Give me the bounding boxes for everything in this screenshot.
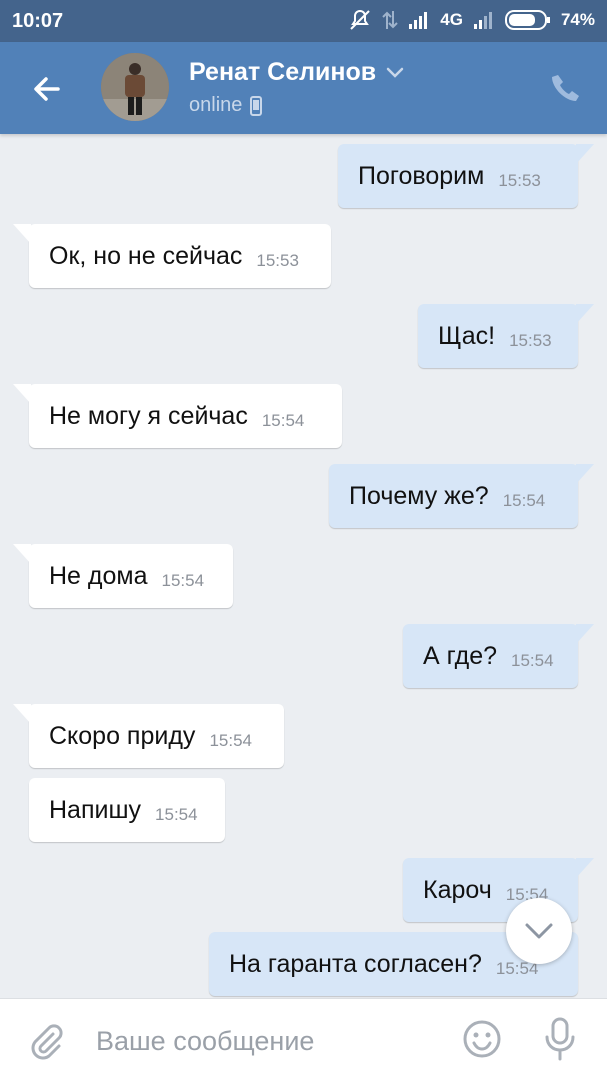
avatar[interactable] [101, 53, 169, 121]
mobile-phone-icon [250, 95, 263, 116]
phone-icon[interactable] [549, 72, 583, 106]
message-time: 15:54 [261, 411, 305, 430]
message-outgoing[interactable]: Почему же? 15:54 [329, 464, 594, 528]
status-icons: 4G 74% [348, 9, 595, 31]
microphone-icon[interactable] [540, 1017, 580, 1061]
battery-icon [504, 10, 550, 30]
message-time: 15:53 [498, 171, 541, 190]
message-time: 15:54 [511, 651, 554, 670]
message-text: На гаранта согласен? [229, 949, 482, 978]
scroll-down-button[interactable] [506, 898, 572, 964]
message-list[interactable]: Поговорим 15:53 Ок, но не сейчас 15:53 Щ… [0, 134, 607, 998]
message-incoming[interactable]: Не могу я сейчас 15:54 [13, 384, 342, 448]
bubble-tail [576, 858, 594, 878]
message-text: Щас! [438, 321, 496, 350]
message-text: А где? [423, 641, 498, 670]
notifications-off-icon [350, 9, 370, 30]
message-incoming[interactable]: Ок, но не сейчас 15:53 [13, 224, 331, 288]
bubble-tail [576, 304, 594, 324]
message-text: Ок, но не сейчас [49, 241, 243, 270]
message-incoming[interactable]: Скоро приду 15:54 [13, 704, 284, 768]
message-time: 15:54 [209, 731, 252, 750]
message-text: Не дома [49, 561, 148, 590]
message-composer: Ваше сообщение [0, 998, 607, 1081]
data-transfer-icon [382, 11, 398, 29]
smile-icon[interactable] [462, 1019, 502, 1059]
arrow-left-icon[interactable] [28, 69, 68, 109]
presence-status: online [189, 94, 263, 117]
bubble-tail [576, 464, 594, 484]
message-text: Скоро приду [49, 721, 196, 750]
signal-weak-icon [473, 12, 492, 29]
presence-text: online [189, 94, 243, 116]
avatar-photo [101, 53, 169, 121]
message-incoming[interactable]: Не дома 15:54 [13, 544, 233, 608]
bubble-tail [576, 144, 594, 164]
message-text: Не могу я сейчас [49, 401, 248, 430]
message-time: 15:53 [509, 331, 552, 350]
chevron-down-icon [386, 67, 404, 78]
message-time: 15:54 [502, 491, 546, 510]
clock: 10:07 [12, 10, 64, 32]
message-outgoing[interactable]: Поговорим 15:53 [338, 144, 594, 208]
bubble-tail [13, 384, 31, 404]
chat-header: Ренат Селинов online [0, 42, 607, 134]
contact-name-row[interactable]: Ренат Селинов [189, 58, 404, 87]
message-time: 15:53 [256, 251, 299, 270]
contact-name: Ренат Селинов [189, 58, 377, 86]
message-time: 15:54 [161, 571, 205, 590]
bubble-tail [576, 624, 594, 644]
message-input[interactable]: Ваше сообщение [96, 1021, 436, 1061]
message-outgoing[interactable]: Щас! 15:53 [418, 304, 594, 368]
bubble-tail [13, 544, 31, 564]
chevron-down-icon [525, 923, 553, 939]
bubble-tail [13, 704, 31, 724]
message-text: Кароч [423, 875, 492, 904]
message-outgoing[interactable]: А где? 15:54 [403, 624, 594, 688]
message-text: Почему же? [349, 481, 489, 510]
paperclip-icon[interactable] [26, 1021, 66, 1061]
message-text: Поговорим [358, 161, 485, 190]
message-incoming[interactable]: Напишу 15:54 [29, 778, 225, 842]
message-time: 15:54 [155, 805, 198, 824]
network-type: 4G [440, 10, 463, 29]
battery-level: 74% [560, 10, 595, 29]
status-bar: 10:07 4G 74% [0, 0, 607, 42]
message-text: Напишу [49, 795, 142, 824]
signal-icon [409, 12, 428, 29]
bubble-tail [13, 224, 31, 244]
